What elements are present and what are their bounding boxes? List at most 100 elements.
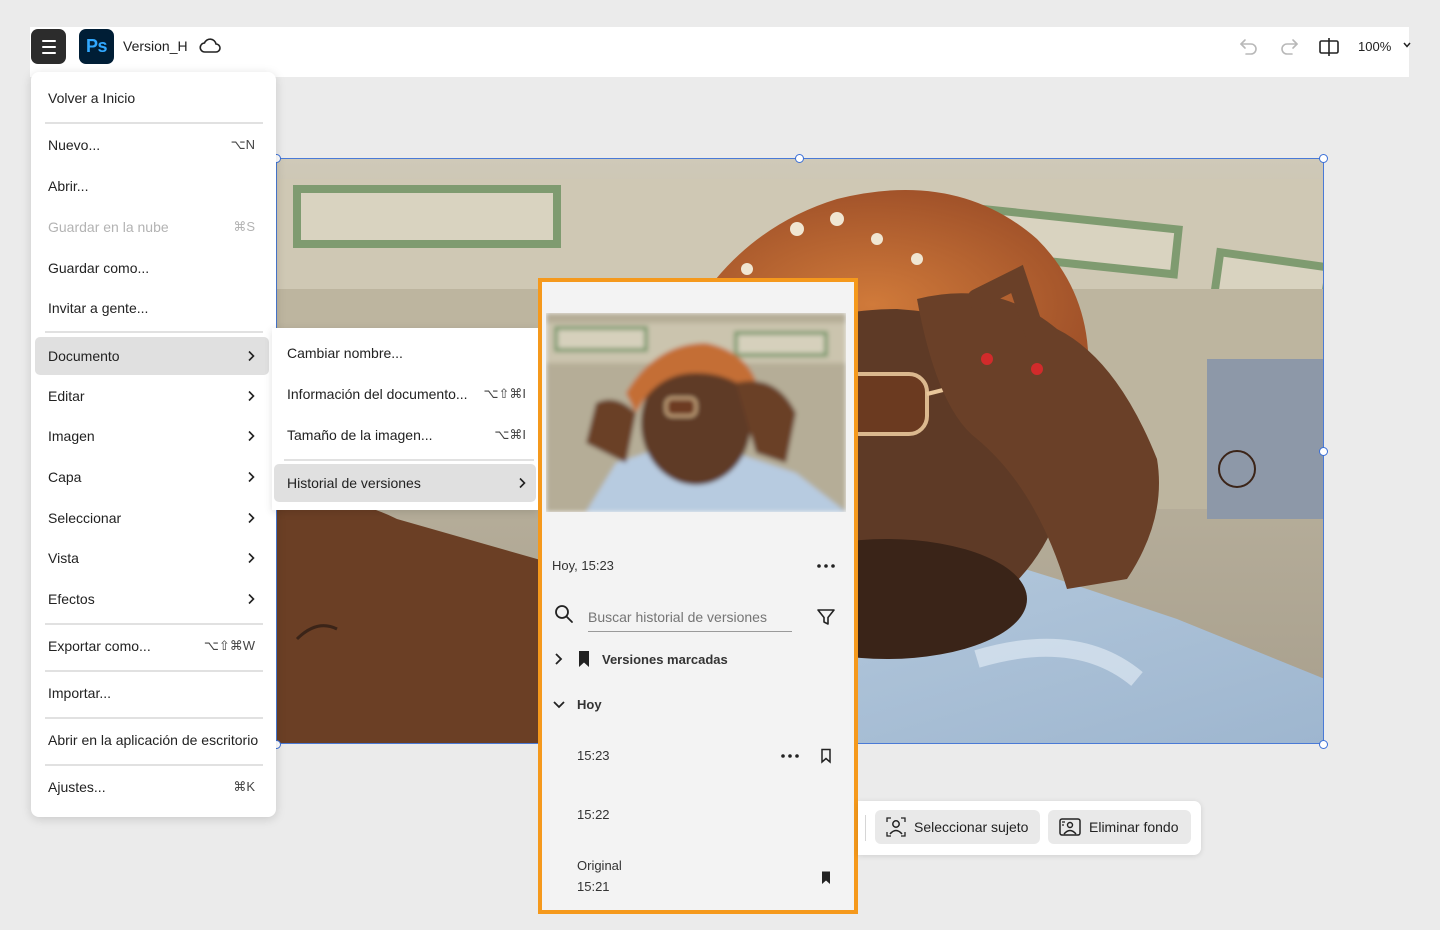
menu-item-settings[interactable]: Ajustes... ⌘K [35, 769, 269, 805]
current-version-date: Hoy, 15:23 [552, 558, 614, 573]
menu-item-select[interactable]: Seleccionar [35, 500, 269, 536]
today-label: Hoy [577, 697, 602, 712]
transform-handle[interactable] [1319, 447, 1328, 456]
chevron-right-icon [555, 653, 563, 665]
zoom-level[interactable]: 100% [1358, 39, 1391, 54]
menu-item-shortcut: ⌥⇧⌘W [203, 638, 255, 653]
chevron-right-icon [248, 350, 255, 362]
menu-item-open[interactable]: Abrir... [35, 168, 269, 204]
menu-item-label: Importar... [48, 685, 112, 701]
contextual-taskbar: Seleccionar sujeto Eliminar fondo [858, 801, 1201, 855]
menu-item-label: Efectos [48, 591, 95, 607]
hamburger-icon-line [41, 45, 56, 48]
document-title[interactable]: Version_H [123, 38, 188, 54]
select-subject-button[interactable]: Seleccionar sujeto [875, 810, 1041, 844]
bookmark-icon[interactable] [820, 870, 832, 886]
remove-background-button[interactable]: Eliminar fondo [1048, 810, 1191, 844]
menu-item-save-as[interactable]: Guardar como... [35, 250, 269, 286]
more-options-icon[interactable] [780, 752, 800, 760]
redo-icon[interactable] [1277, 35, 1301, 57]
submenu-item-document-info[interactable]: Información del documento... ⌥⇧⌘I [274, 376, 536, 412]
main-menu: Volver a Inicio Nuevo... ⌥N Abrir... Guar… [31, 72, 276, 817]
submenu-item-label: Cambiar nombre... [287, 345, 403, 361]
menu-item-label: Guardar como... [48, 260, 150, 276]
taskbar-divider [865, 815, 866, 841]
menu-item-export[interactable]: Exportar como... ⌥⇧⌘W [35, 628, 269, 664]
select-subject-icon [886, 817, 906, 837]
menu-divider [45, 670, 263, 672]
menu-item-label: Abrir... [48, 178, 89, 194]
menu-divider [45, 623, 263, 625]
menu-item-label: Abrir en la aplicación de escritorio [48, 732, 259, 748]
version-item-label[interactable]: Original [577, 858, 622, 873]
menu-divider [45, 764, 263, 766]
chevron-right-icon [248, 593, 255, 605]
menu-divider [45, 331, 263, 333]
remove-background-icon [1059, 818, 1081, 836]
submenu-item-version-history[interactable]: Historial de versiones [274, 464, 536, 502]
today-versions-group[interactable]: Hoy [552, 697, 602, 712]
version-search-input[interactable] [588, 602, 792, 632]
menu-item-label: Invitar a gente... [48, 300, 149, 316]
menu-item-label: Documento [48, 348, 120, 364]
chevron-down-icon [553, 700, 565, 708]
version-item-time[interactable]: 15:22 [577, 807, 610, 822]
bookmark-outline-icon[interactable] [820, 748, 832, 764]
hamburger-icon-line [41, 51, 56, 54]
search-icon [555, 605, 573, 623]
submenu-item-image-size[interactable]: Tamaño de la imagen... ⌥⌘I [274, 417, 536, 453]
menu-item-shortcut: ⌘S [233, 219, 255, 234]
submenu-item-rename[interactable]: Cambiar nombre... [274, 335, 536, 371]
photoshop-logo-icon[interactable]: Ps [79, 29, 114, 64]
version-preview-image [546, 313, 846, 512]
transform-handle[interactable] [795, 154, 804, 163]
menu-item-open-desktop[interactable]: Abrir en la aplicación de escritorio [35, 722, 269, 758]
version-preview-thumbnail[interactable] [546, 313, 846, 512]
more-options-icon[interactable] [816, 562, 836, 570]
menu-item-label: Imagen [48, 428, 95, 444]
hamburger-icon-line [41, 39, 56, 42]
menu-item-document[interactable]: Documento [35, 337, 269, 375]
menu-item-label: Capa [48, 469, 82, 485]
menu-item-new[interactable]: Nuevo... ⌥N [35, 127, 269, 163]
submenu-item-shortcut: ⌥⌘I [494, 427, 526, 442]
menu-item-import[interactable]: Importar... [35, 675, 269, 711]
menu-item-label: Editar [48, 388, 85, 404]
menu-item-home[interactable]: Volver a Inicio [35, 80, 269, 116]
menu-item-edit[interactable]: Editar [35, 378, 269, 414]
menu-item-label: Nuevo... [48, 137, 101, 153]
undo-icon[interactable] [1237, 35, 1261, 57]
hamburger-menu-button[interactable] [31, 29, 66, 64]
transform-handle[interactable] [1319, 154, 1328, 163]
menu-item-invite[interactable]: Invitar a gente... [35, 290, 269, 326]
menu-item-layer[interactable]: Capa [35, 459, 269, 495]
compare-icon[interactable] [1317, 35, 1341, 59]
menu-item-shortcut: ⌥N [230, 137, 255, 152]
bookmarked-versions-group[interactable]: Versiones marcadas [552, 650, 728, 668]
chevron-right-icon [519, 477, 526, 489]
chevron-right-icon [248, 512, 255, 524]
chevron-down-icon[interactable] [1402, 40, 1412, 50]
remove-background-label: Eliminar fondo [1089, 819, 1179, 835]
submenu-item-shortcut: ⌥⇧⌘I [483, 386, 527, 401]
version-item-time[interactable]: 15:23 [577, 748, 610, 763]
document-submenu: Cambiar nombre... Información del docume… [272, 328, 538, 510]
version-item-time[interactable]: 15:21 [577, 879, 610, 894]
menu-item-save-cloud: Guardar en la nube ⌘S [35, 209, 269, 245]
chevron-right-icon [248, 430, 255, 442]
filter-icon[interactable] [816, 607, 836, 627]
menu-item-image[interactable]: Imagen [35, 418, 269, 454]
chevron-right-icon [248, 390, 255, 402]
chevron-right-icon [248, 471, 255, 483]
menu-item-label: Volver a Inicio [48, 90, 136, 106]
cloud-icon[interactable] [198, 36, 222, 56]
top-bar: Ps Version_H 100% [30, 27, 1412, 77]
menu-item-effects[interactable]: Efectos [35, 581, 269, 617]
chevron-right-icon [248, 552, 255, 564]
submenu-item-label: Información del documento... [287, 386, 468, 402]
transform-handle[interactable] [1319, 740, 1328, 749]
select-subject-label: Seleccionar sujeto [914, 819, 1029, 835]
menu-item-label: Ajustes... [48, 779, 106, 795]
menu-item-view[interactable]: Vista [35, 540, 269, 576]
submenu-item-label: Tamaño de la imagen... [287, 427, 433, 443]
